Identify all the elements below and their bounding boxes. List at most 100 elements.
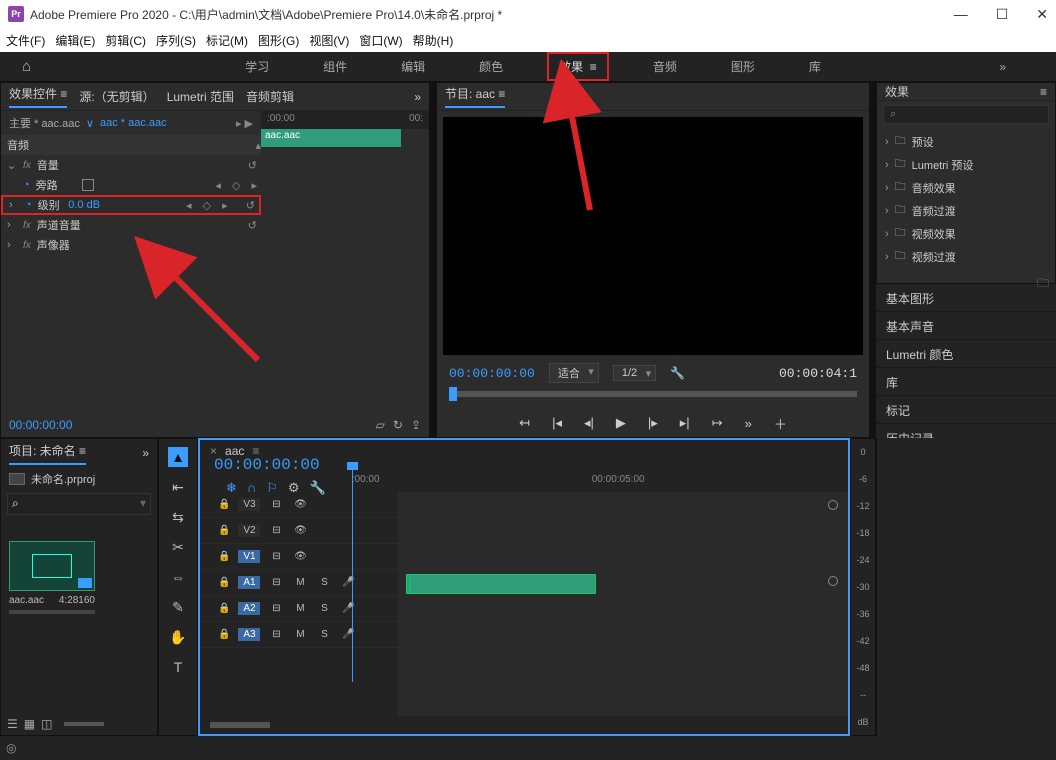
workspace-tab-learn[interactable]: 学习: [235, 54, 279, 79]
resolution-dropdown[interactable]: 1/2: [613, 365, 656, 381]
step-fwd-icon[interactable]: |▸: [648, 415, 658, 431]
play-icon[interactable]: ▶: [616, 415, 626, 431]
panel-more-icon[interactable]: »: [414, 90, 421, 104]
program-scrubber[interactable]: [437, 385, 869, 409]
menu-file[interactable]: 文件(F): [6, 32, 45, 49]
go-out-icon[interactable]: ▸|: [680, 415, 690, 431]
row-level[interactable]: 级别: [38, 197, 60, 213]
row-volume[interactable]: 音量: [37, 157, 59, 173]
zoom-out-icon[interactable]: ▱: [376, 418, 385, 432]
step-back-icon[interactable]: ◂|: [584, 415, 594, 431]
export-icon[interactable]: ⇪: [411, 418, 421, 432]
program-timecode[interactable]: 00:00:00:00: [449, 366, 535, 381]
breadcrumb-master[interactable]: 主要 * aac.aac: [9, 115, 80, 131]
timeline-clips-area[interactable]: [398, 492, 848, 716]
expand-panner-icon[interactable]: ›: [7, 239, 17, 251]
panel-markers[interactable]: 标记: [876, 396, 1056, 424]
effect-controls-tab[interactable]: 效果控件 ≡: [9, 85, 67, 108]
project-tab[interactable]: 项目: 未命名 ≡: [9, 442, 86, 465]
panel-lumetri-color[interactable]: Lumetri 颜色: [876, 340, 1056, 368]
timeline-ruler[interactable]: :00:00 00:00:05:00: [352, 474, 834, 488]
settings-icon[interactable]: 🔧: [670, 366, 685, 380]
track-a2[interactable]: 🔒A2⊟MS🎤: [200, 596, 398, 622]
expand-channel-icon[interactable]: ›: [7, 219, 17, 231]
folder-presets[interactable]: ›🗀预设: [881, 130, 1051, 153]
close-button[interactable]: ✕: [1036, 6, 1048, 23]
selection-tool-icon[interactable]: ▲: [168, 447, 188, 467]
project-thumb[interactable]: [9, 541, 95, 591]
zoom-dropdown[interactable]: 适合: [549, 363, 599, 383]
menu-edit[interactable]: 编辑(E): [55, 32, 95, 49]
stopwatch-icon[interactable]: ◔: [23, 179, 30, 191]
breadcrumb-clip[interactable]: aac * aac.aac: [100, 117, 167, 129]
workspace-more-icon[interactable]: »: [999, 60, 1006, 74]
fx-channel-icon[interactable]: fx: [23, 220, 31, 231]
expand-icon[interactable]: ⌄: [7, 159, 17, 172]
track-v2[interactable]: 🔒V2⊟👁: [200, 518, 398, 544]
menu-marker[interactable]: 标记(M): [206, 32, 248, 49]
reset-icon[interactable]: ↺: [248, 160, 261, 172]
hand-tool-icon[interactable]: ✋: [168, 627, 188, 647]
panel-libraries[interactable]: 库: [876, 368, 1056, 396]
workspace-tab-effects[interactable]: 效果 ≡: [547, 52, 609, 81]
folder-audio-effects[interactable]: ›🗀音频效果: [881, 176, 1051, 199]
lumetri-scopes-tab[interactable]: Lumetri 范围: [167, 88, 234, 105]
timeline-zoom-slider[interactable]: [210, 722, 270, 728]
folder-video-transitions[interactable]: ›🗀视频过渡: [881, 245, 1051, 268]
row-bypass[interactable]: 旁路: [36, 177, 58, 193]
source-tab[interactable]: 源:（无剪辑）: [79, 88, 154, 105]
folder-audio-transitions[interactable]: ›🗀音频过渡: [881, 199, 1051, 222]
menu-help[interactable]: 帮助(H): [413, 32, 454, 49]
panel-essential-sound[interactable]: 基本声音: [876, 312, 1056, 340]
home-icon[interactable]: ⌂: [22, 58, 31, 75]
workspace-tab-graphics[interactable]: 图形: [721, 54, 765, 79]
go-in-icon[interactable]: |◂: [552, 415, 562, 431]
workspace-tab-color[interactable]: 颜色: [469, 54, 513, 79]
menu-window[interactable]: 窗口(W): [359, 32, 402, 49]
fx-panner-icon[interactable]: fx: [23, 240, 31, 251]
timeline-timecode[interactable]: 00:00:00:00: [214, 456, 338, 474]
program-video-area[interactable]: [443, 117, 863, 355]
workspace-tab-libraries[interactable]: 库: [799, 54, 831, 79]
playhead-handle[interactable]: [449, 387, 457, 401]
project-item-aac[interactable]: aac.aac4:28160: [9, 541, 95, 614]
thumb-size-slider[interactable]: [64, 722, 104, 726]
slip-tool-icon[interactable]: ⇔: [168, 567, 188, 587]
track-options-icon[interactable]: [828, 500, 838, 510]
cc-icon[interactable]: ◎: [6, 741, 16, 755]
panel-essential-graphics[interactable]: 基本图形: [876, 284, 1056, 312]
track-options-a-icon[interactable]: [828, 576, 838, 586]
timeline-clip-aac[interactable]: [406, 574, 596, 594]
menu-clip[interactable]: 剪辑(C): [105, 32, 146, 49]
workspace-tab-audio[interactable]: 音频: [643, 54, 687, 79]
effect-controls-ruler[interactable]: :00:00 00:: [261, 111, 429, 129]
project-search-input[interactable]: ⌕▾: [7, 493, 151, 515]
razor-tool-icon[interactable]: ✂: [168, 537, 188, 557]
track-a1[interactable]: 🔒A1⊟MS🎤: [200, 570, 398, 596]
effects-panel-title[interactable]: 效果: [885, 83, 909, 100]
type-tool-icon[interactable]: T: [168, 657, 188, 677]
track-v1[interactable]: 🔒V1⊟👁: [200, 544, 398, 570]
menu-sequence[interactable]: 序列(S): [156, 32, 196, 49]
mark-out-icon[interactable]: ↦: [712, 415, 723, 431]
folder-video-effects[interactable]: ›🗀视频效果: [881, 222, 1051, 245]
mark-in-icon[interactable]: ↤: [519, 415, 530, 431]
program-tab[interactable]: 节目: aac ≡: [445, 85, 505, 108]
transport-more-icon[interactable]: »: [745, 416, 752, 431]
icon-view-icon[interactable]: ▦: [24, 717, 35, 731]
list-view-icon[interactable]: ☰: [7, 717, 18, 731]
folder-lumetri-presets[interactable]: ›🗀Lumetri 预设: [881, 153, 1051, 176]
effect-controls-timecode[interactable]: 00:00:00:00: [9, 418, 72, 432]
menu-view[interactable]: 视图(V): [309, 32, 349, 49]
workspace-tab-editing[interactable]: 编辑: [391, 54, 435, 79]
ripple-tool-icon[interactable]: ⇆: [168, 507, 188, 527]
row-panner[interactable]: 声像器: [37, 237, 70, 253]
loop-icon[interactable]: ↻: [393, 418, 403, 432]
stopwatch-level-icon[interactable]: ◔: [25, 199, 32, 211]
track-select-tool-icon[interactable]: ⇤: [168, 477, 188, 497]
reset-channel-icon[interactable]: ↺: [248, 220, 261, 232]
audio-clip-tab[interactable]: 音频剪辑: [246, 88, 294, 105]
effect-controls-clip[interactable]: aac.aac: [261, 129, 401, 147]
project-more-icon[interactable]: »: [142, 446, 149, 460]
track-v3[interactable]: 🔒V3⊟👁: [200, 492, 398, 518]
